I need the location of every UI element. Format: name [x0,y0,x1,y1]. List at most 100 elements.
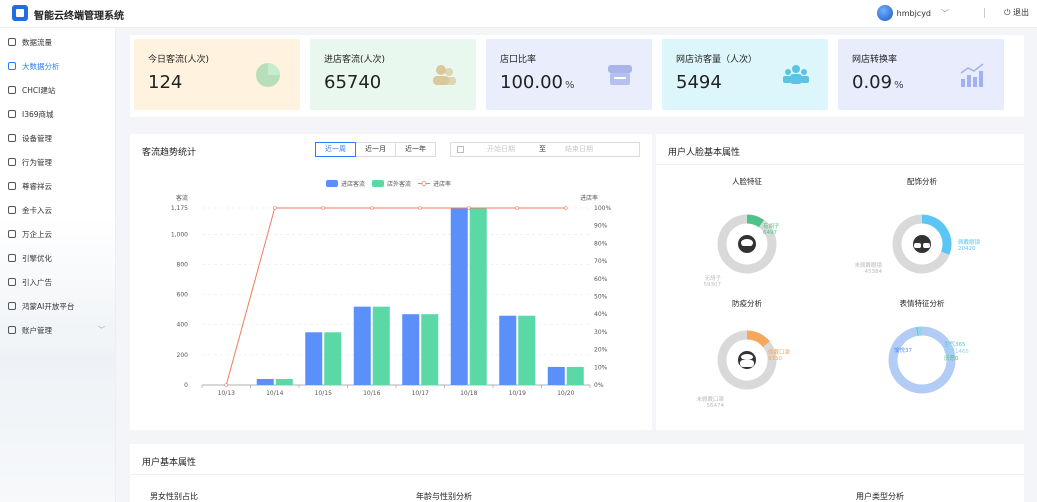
donut-data-label: 未佩戴口罩 [696,395,724,403]
header-divider [984,8,985,18]
donut-data-label: 愉悦37 [894,346,912,354]
x-tick-label: 10/18 [460,390,477,397]
legend-label-outside: 店外客流 [387,180,411,188]
donut-data-label: 生气365 [944,340,966,348]
rate-point [321,206,326,210]
sidebar-item-7[interactable]: 金卡入云 [0,198,115,222]
main-content: 今日客流(人次) 124 进店客流(人次) 65740 店口比率 100.00% 网店访客量… [116,28,1037,502]
sidebar-item-5[interactable]: 行为管理 [0,150,115,174]
sidebar-item-label: 设备管理 [22,133,52,143]
bar-in-store [353,306,371,385]
x-tick-label: 10/16 [363,390,380,397]
stat-card: 店口比率 100.00% [486,39,652,110]
y-axis-left-title: 客流 [176,194,188,202]
sidebar-item-11[interactable]: 鸿蒙AI开放平台 [0,294,115,318]
legend-label-in-store: 进店客流 [341,180,365,188]
donut-data-value: 9330 [768,356,782,362]
user-basic-divider [130,474,1024,475]
nav-icon [8,38,16,46]
stat-unit: % [894,80,904,91]
stat-label: 网店转换率 [852,55,898,65]
nav-icon [8,230,16,238]
logout-button[interactable]: ⏻ 退出 [1004,7,1029,18]
face-charts: 人脸特征 配饰分析防疫分析 表情特征分析 有胡子6497 无胡子59307 佩戴眼镜204… [696,176,980,430]
bar-in-store [499,315,517,385]
y-tick-left-label: 800 [177,261,189,268]
user-menu[interactable]: hmbjcyd ﹀ [876,5,949,21]
gender-ratio-title: 男女性别占比 [150,492,198,501]
y-tick-left-label: 1,175 [171,205,188,212]
donut-data-label: 平静63839 [884,429,913,430]
stat-label: 店口比率 [500,55,537,65]
stat-unit: % [564,80,575,91]
stat-value: 100.00% [500,72,575,93]
stats-row: 今日客流(人次) 124 进店客流(人次) 65740 店口比率 100.00% 网店访客量… [130,35,1024,117]
tab-range-0[interactable]: 近一周 [315,142,356,157]
stat-value: 65740 [324,72,382,93]
donut-data-label: 未佩戴眼镜 [854,261,882,269]
donut-slice [746,214,765,228]
sidebar-item-4[interactable]: 设备管理 [0,126,115,150]
bar-outside-store [421,314,439,385]
x-tick-label: 10/20 [557,390,574,397]
rate-point [563,206,568,210]
rate-point [418,206,423,210]
nav-icon [8,62,16,70]
sidebar-item-label: 引擎优化 [22,253,52,263]
y-tick-right-label: 30% [594,329,608,336]
rate-point [369,206,374,210]
avatar [876,5,893,21]
bar-outside-store [566,366,584,385]
donut-data-value: 6497 [763,230,777,236]
sidebar-item-2[interactable]: CHCI建站 [0,78,115,102]
y-tick-left-label: 0 [184,382,188,389]
y-tick-right-label: 20% [594,347,608,354]
y-tick-right-label: 10% [594,364,608,371]
x-tick-label: 10/15 [315,390,332,397]
sidebar-item-3[interactable]: I369商城 [0,102,115,126]
bar-outside-store [469,208,487,385]
bar-in-store [305,332,323,385]
face-skin [741,354,753,360]
growth-chart-icon [958,61,986,89]
sidebar-item-12[interactable]: 账户管理 ﹀ [0,318,115,342]
nav-icon [8,302,16,310]
face-chart-title: 人脸特征 [732,176,762,186]
sidebar-item-8[interactable]: 万企上云 [0,222,115,246]
y-tick-right-label: 50% [594,294,608,301]
nav-icon [8,134,16,142]
sidebar-item-label: CHCI建站 [22,85,56,95]
y-tick-right-label: 0% [594,382,604,389]
donut-slice [746,330,770,348]
stat-card: 今日客流(人次) 124 [134,39,300,110]
sidebar-item-label: 鸿蒙AI开放平台 [22,301,75,311]
y-tick-left-label: 400 [177,322,189,329]
y-tick-left-label: 600 [177,292,189,299]
stat-value: 5494 [676,72,722,93]
face-chart-title: 配饰分析 [907,176,937,186]
logout-label: 退出 [1013,8,1029,17]
nav-icon [8,254,16,262]
x-tick-label: 10/13 [218,390,235,397]
sidebar-item-1[interactable]: 大数据分析 [0,54,115,78]
bar-in-store [450,208,468,385]
sidebar-item-label: 账户管理 [22,325,52,335]
y-tick-right-label: 90% [594,223,608,230]
sidebar-item-10[interactable]: 引入广告 [0,270,115,294]
y-axis-right-title: 进店率 [580,194,598,202]
glasses-icon [913,235,931,253]
sidebar-item-9[interactable]: 引擎优化 [0,246,115,270]
sidebar: 数据流量大数据分析 CHCI建站 I369商城设备管理行为管理 尊睿祥云 金卡入云 万企上… [0,28,116,502]
top-bar: 智能云终端管理系统 hmbjcyd ﹀ ⏻ 退出 [0,0,1037,28]
rate-point [466,206,471,210]
donut-data-value: 59307 [704,282,722,288]
user-basic-panel: 用户基本属性 男女性别占比 年龄与性别分析 用户类型分析 [130,444,1024,502]
stat-value: 0.09% [852,72,904,93]
bar-outside-store [275,378,293,385]
bar-in-store [547,366,565,385]
sidebar-item-0[interactable]: 数据流量 [0,30,115,54]
sidebar-item-6[interactable]: 尊睿祥云 [0,174,115,198]
bar-outside-store [518,315,536,385]
bar-outside-store [372,306,390,385]
sidebar-item-label: 大数据分析 [22,61,60,71]
